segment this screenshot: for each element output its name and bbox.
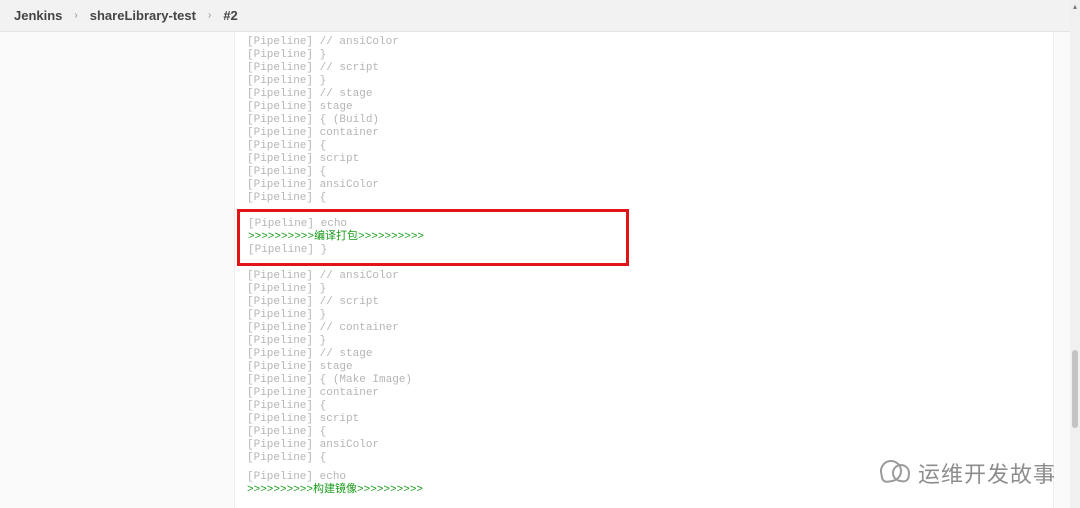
scrollbar-vertical[interactable]: ▴ <box>1070 0 1080 508</box>
console-line: [Pipeline] container <box>247 127 1041 140</box>
breadcrumb-jenkins[interactable]: Jenkins <box>14 8 62 23</box>
console-line: [Pipeline] ansiColor <box>247 179 1041 192</box>
console-line: [Pipeline] { <box>247 426 1041 439</box>
console-line: [Pipeline] // script <box>247 62 1041 75</box>
scroll-up-icon[interactable]: ▴ <box>1070 2 1080 11</box>
console-block-mid: [Pipeline] // ansiColor[Pipeline] }[Pipe… <box>247 270 1041 465</box>
console-line: [Pipeline] // stage <box>247 88 1041 101</box>
console-line: [Pipeline] ansiColor <box>247 439 1041 452</box>
console-line: [Pipeline] container <box>247 387 1041 400</box>
console-line: [Pipeline] echo <box>248 218 618 231</box>
console-block-pre: [Pipeline] // ansiColor[Pipeline] }[Pipe… <box>247 36 1041 205</box>
console-line: [Pipeline] { <box>247 452 1041 465</box>
console-line: [Pipeline] stage <box>247 361 1041 374</box>
console-line: [Pipeline] } <box>247 335 1041 348</box>
console-line: [Pipeline] // container <box>247 322 1041 335</box>
console-line: [Pipeline] stage <box>247 101 1041 114</box>
console-line: [Pipeline] { <box>247 140 1041 153</box>
console-line: [Pipeline] } <box>247 309 1041 322</box>
console-line: [Pipeline] script <box>247 153 1041 166</box>
console-line: [Pipeline] // ansiColor <box>247 36 1041 49</box>
chevron-right-icon: › <box>74 10 77 21</box>
console-line: [Pipeline] } <box>247 49 1041 62</box>
breadcrumb-build[interactable]: #2 <box>223 8 237 23</box>
console-line: [Pipeline] { (Make Image) <box>247 374 1041 387</box>
console-line: [Pipeline] script <box>247 413 1041 426</box>
chevron-right-icon: › <box>208 10 211 21</box>
console-line-highlight: >>>>>>>>>>编译打包>>>>>>>>>> <box>248 231 618 244</box>
scrollbar-thumb[interactable] <box>1072 350 1078 428</box>
console-line: [Pipeline] echo <box>247 471 1041 484</box>
console-line: [Pipeline] } <box>248 244 618 257</box>
console-line: [Pipeline] { <box>247 192 1041 205</box>
breadcrumb: Jenkins › shareLibrary-test › #2 <box>0 0 1070 32</box>
highlight-box: [Pipeline] echo >>>>>>>>>>编译打包>>>>>>>>>>… <box>237 209 629 266</box>
console-line-highlight: >>>>>>>>>>构建镜像>>>>>>>>>> <box>247 484 1041 497</box>
breadcrumb-job[interactable]: shareLibrary-test <box>90 8 196 23</box>
console-line: [Pipeline] // ansiColor <box>247 270 1041 283</box>
console-line: [Pipeline] { <box>247 166 1041 179</box>
console-line: [Pipeline] { (Build) <box>247 114 1041 127</box>
console-line: [Pipeline] { <box>247 400 1041 413</box>
console-line: [Pipeline] } <box>247 75 1041 88</box>
console-line: [Pipeline] // script <box>247 296 1041 309</box>
console-line: [Pipeline] } <box>247 283 1041 296</box>
console-output[interactable]: [Pipeline] // ansiColor[Pipeline] }[Pipe… <box>234 32 1054 508</box>
console-line: [Pipeline] // stage <box>247 348 1041 361</box>
content-area: [Pipeline] // ansiColor[Pipeline] }[Pipe… <box>0 32 1070 508</box>
